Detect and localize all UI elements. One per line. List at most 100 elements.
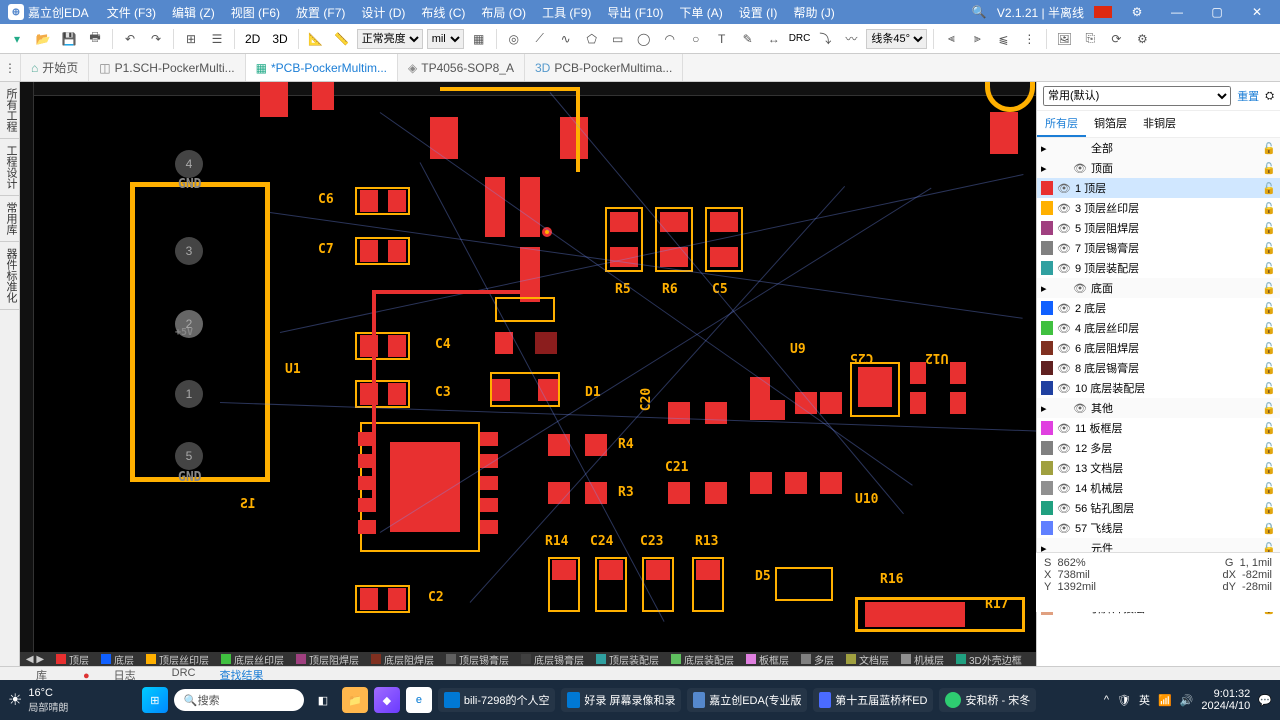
circle-icon[interactable]: ○ xyxy=(685,28,707,50)
bottom-panel-lib[interactable]: 库 xyxy=(24,667,59,680)
taskbar-app-music[interactable]: 安和桥 - 宋冬 xyxy=(939,688,1036,712)
menu-place[interactable]: 放置 (F7) xyxy=(290,2,351,23)
layer-toolbar-item[interactable]: 板框层 xyxy=(740,652,795,666)
menu-settings[interactable]: 设置 (I) xyxy=(733,2,784,23)
dist-icon[interactable]: ⋮ xyxy=(1018,28,1040,50)
rect-icon[interactable]: ▭ xyxy=(607,28,629,50)
undo-icon[interactable]: ↶ xyxy=(119,28,141,50)
layer-toolbar-item[interactable]: 底层装配层 xyxy=(665,652,740,666)
tray-wifi-icon[interactable]: 📶 xyxy=(1158,694,1172,707)
refresh-icon[interactable]: ⟳ xyxy=(1105,28,1127,50)
angle-select[interactable]: 线条45° xyxy=(866,29,927,49)
layer-row[interactable]: 👁8 底层锡膏层🔓 xyxy=(1037,358,1280,378)
view-2d-button[interactable]: 2D xyxy=(241,32,264,46)
layer-toolbar-item[interactable]: 底层阻焊层 xyxy=(365,652,440,666)
menu-file[interactable]: 文件 (F3) xyxy=(101,2,162,23)
edge-icon[interactable]: e xyxy=(406,687,432,713)
layer-row[interactable]: ▸全部🔓 xyxy=(1037,138,1280,158)
layer-toolbar-item[interactable]: 底层锡膏层 xyxy=(515,652,590,666)
layer-row[interactable]: ▸👁顶面🔓 xyxy=(1037,158,1280,178)
gear-icon[interactable]: ⚙ xyxy=(1131,28,1153,50)
bottom-panel-drc[interactable]: DRC xyxy=(160,667,208,680)
menu-view[interactable]: 视图 (F6) xyxy=(225,2,286,23)
grid2-icon[interactable]: ▦ xyxy=(468,28,490,50)
list-icon[interactable]: ☰ xyxy=(206,28,228,50)
route-icon[interactable]: ∿ xyxy=(555,28,577,50)
img-icon[interactable]: 🖼 xyxy=(1053,28,1075,50)
print-icon[interactable]: 🖶 xyxy=(84,28,106,50)
layer-row[interactable]: 👁4 底层丝印层🔓 xyxy=(1037,318,1280,338)
net-icon[interactable]: ⤵ xyxy=(814,28,836,50)
start-button[interactable]: ⊞ xyxy=(142,687,168,713)
taskbar-app-bili[interactable]: bili-7298的个人空 xyxy=(438,688,556,712)
bottom-panel-find[interactable]: 查找结果 xyxy=(208,667,276,680)
tab-3d[interactable]: 3DPCB-PockerMultima... xyxy=(525,54,683,81)
ellipse-icon[interactable]: ◯ xyxy=(633,28,655,50)
menu-design[interactable]: 设计 (D) xyxy=(355,2,411,23)
view-3d-button[interactable]: 3D xyxy=(268,32,291,46)
arc-icon[interactable]: ◠ xyxy=(659,28,681,50)
via-icon[interactable]: ⟋ xyxy=(529,28,551,50)
layer-reset-link[interactable]: 重置 xyxy=(1237,88,1259,104)
layer-toolbar-item[interactable]: 文档层 xyxy=(840,652,895,666)
lefttab-library[interactable]: 常用库 xyxy=(0,196,22,242)
trace-icon[interactable]: 〰 xyxy=(840,28,862,50)
layer-row[interactable]: 👁57 飞线层🔒 xyxy=(1037,518,1280,538)
text-icon[interactable]: T xyxy=(711,28,733,50)
layer-tab-all[interactable]: 所有层 xyxy=(1037,111,1086,137)
tab-component[interactable]: ◈TP4056-SOP8_A xyxy=(398,54,525,81)
layer-toolbar-item[interactable]: 3D外壳边框 xyxy=(950,652,1028,666)
taskbar-app-recorder[interactable]: 好录 屏幕录像和录 xyxy=(561,688,681,712)
close-button[interactable]: ✕ xyxy=(1242,5,1272,19)
lefttab-design[interactable]: 工程设计 xyxy=(0,139,22,196)
align-r-icon[interactable]: ⫹ xyxy=(992,28,1014,50)
taskbar-search[interactable]: 🔍 搜索 xyxy=(174,689,304,711)
ruler-icon[interactable]: 📏 xyxy=(331,28,353,50)
layer-row[interactable]: ▸👁底面🔓 xyxy=(1037,278,1280,298)
system-tray[interactable]: ^ 🛡 英 📶 🔊 9:01:322024/4/10 💬 xyxy=(1104,688,1272,712)
taskbar-app-eda[interactable]: 嘉立创EDA(专业版 xyxy=(687,688,807,712)
tray-volume-icon[interactable]: 🔊 xyxy=(1180,694,1194,707)
menu-tools[interactable]: 工具 (F9) xyxy=(536,2,597,23)
menu-edit[interactable]: 编辑 (Z) xyxy=(166,2,221,23)
filter-icon[interactable]: ⛭ xyxy=(1265,90,1274,103)
layer-row[interactable]: 👁12 多层🔓 xyxy=(1037,438,1280,458)
app-icon[interactable]: ◆ xyxy=(374,687,400,713)
layer-toolbar-item[interactable]: 底层丝印层 xyxy=(215,652,290,666)
layer-row[interactable]: 👁3 顶层丝印层🔓 xyxy=(1037,198,1280,218)
tab-home[interactable]: ⌂开始页 xyxy=(21,54,89,81)
layer-toolbar-item[interactable]: 顶层 xyxy=(50,652,95,666)
menu-layout[interactable]: 布局 (O) xyxy=(475,2,532,23)
taskbar-weather[interactable]: ☀ 16°C局部晴朗 xyxy=(8,687,68,714)
layer-row[interactable]: 👁7 顶层锡膏层🔓 xyxy=(1037,238,1280,258)
layer-toolbar-item[interactable]: 顶层锡膏层 xyxy=(440,652,515,666)
lefttab-standard[interactable]: 器件标准化 xyxy=(0,242,22,310)
dim-icon[interactable]: ↔ xyxy=(763,28,785,50)
notification-icon[interactable]: 💬 xyxy=(1258,694,1272,707)
tab-pcb-active[interactable]: ▦*PCB-PockerMultim... xyxy=(246,54,398,81)
layer-toolbar-item[interactable]: 顶层丝印层 xyxy=(140,652,215,666)
layer-row[interactable]: 👁2 底层🔓 xyxy=(1037,298,1280,318)
lefttab-projects[interactable]: 所有工程 xyxy=(0,82,22,139)
tray-ime[interactable]: 英 xyxy=(1139,692,1150,708)
save-icon[interactable]: 💾 xyxy=(58,28,80,50)
layer-toolbar-item[interactable]: 机械层 xyxy=(895,652,950,666)
layer-row[interactable]: 👁9 顶层装配层🔓 xyxy=(1037,258,1280,278)
layer-row[interactable]: 👁13 文档层🔓 xyxy=(1037,458,1280,478)
menu-help[interactable]: 帮助 (J) xyxy=(787,2,840,23)
target-icon[interactable]: ◎ xyxy=(503,28,525,50)
poly-icon[interactable]: ⬠ xyxy=(581,28,603,50)
layer-row[interactable]: 👁1 顶层🔓 xyxy=(1037,178,1280,198)
layer-toolbar-item[interactable]: 顶层装配层 xyxy=(590,652,665,666)
minimize-button[interactable]: — xyxy=(1162,5,1192,19)
layer-row[interactable]: 👁14 机械层🔓 xyxy=(1037,478,1280,498)
unit-select[interactable]: mil xyxy=(427,29,464,49)
tab-menu-icon[interactable]: ⋮ xyxy=(0,54,21,81)
layer-preset-select[interactable]: 常用(默认) xyxy=(1043,86,1231,106)
layer-tab-copper[interactable]: 铜箔层 xyxy=(1086,111,1135,137)
layer-toolbar-item[interactable]: 底层 xyxy=(95,652,140,666)
explorer-icon[interactable]: 📁 xyxy=(342,687,368,713)
layer-row[interactable]: 👁5 顶层阻焊层🔓 xyxy=(1037,218,1280,238)
lang-flag[interactable] xyxy=(1094,6,1112,18)
tab-sch[interactable]: ◫P1.SCH-PockerMulti... xyxy=(89,54,245,81)
